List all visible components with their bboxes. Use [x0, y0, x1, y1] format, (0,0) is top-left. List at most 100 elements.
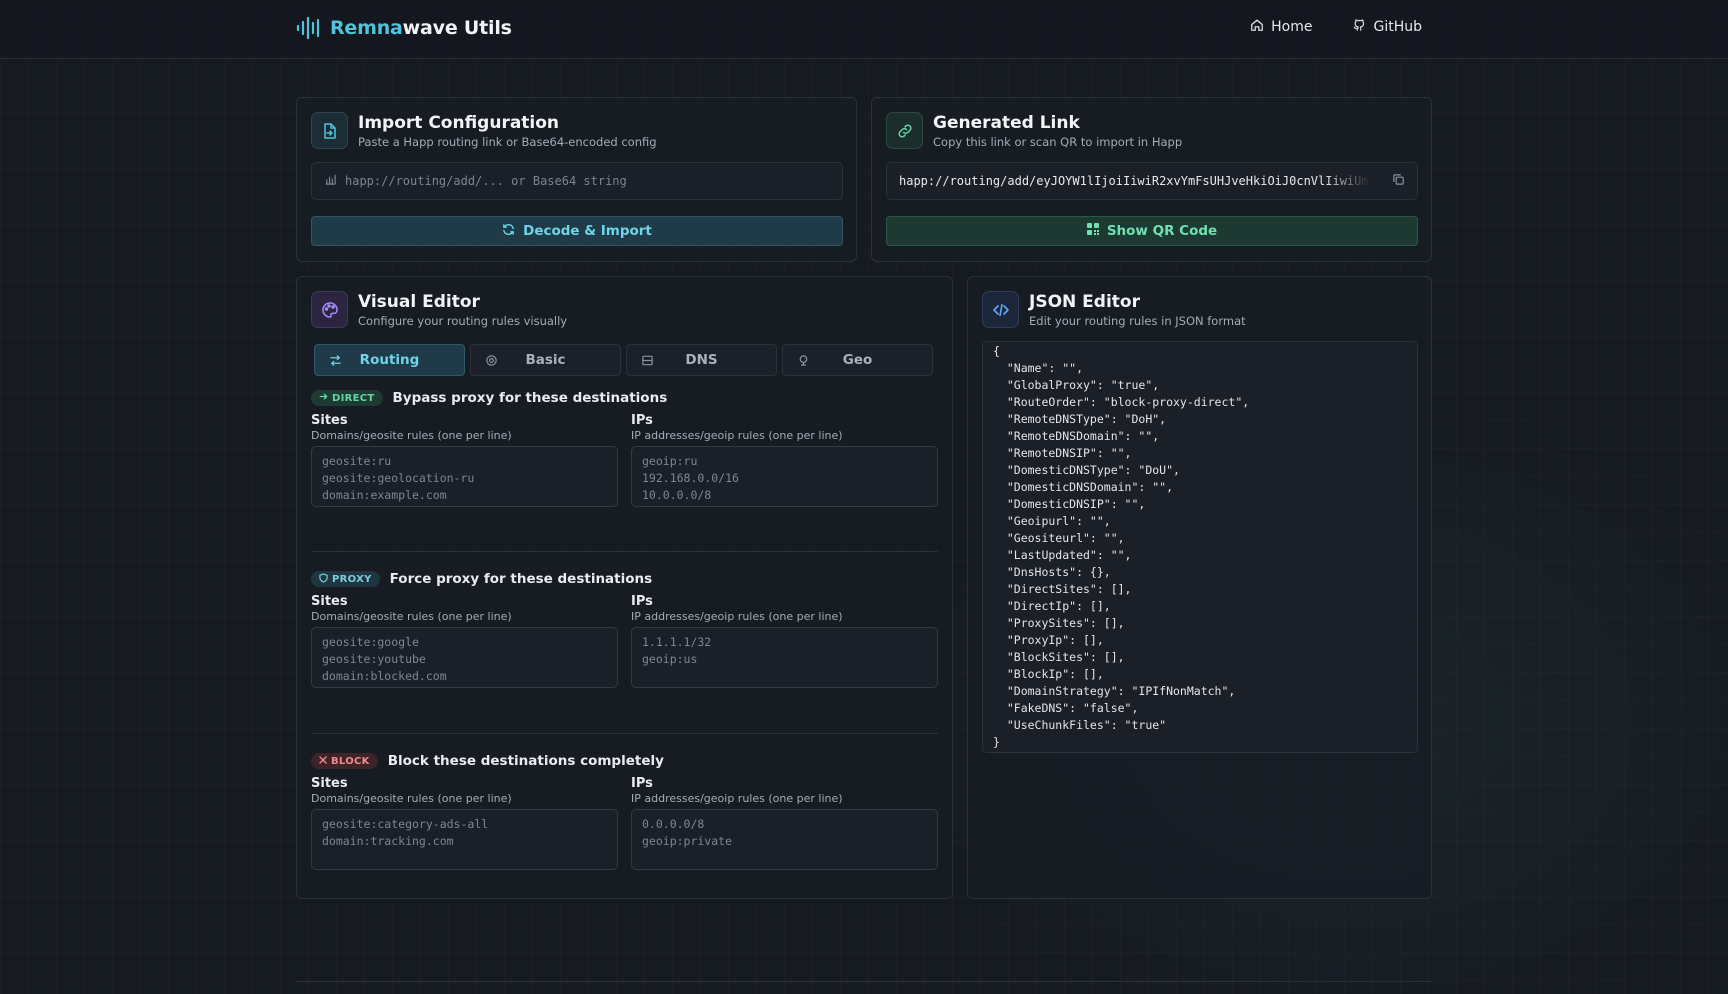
proxy-sites-help: Domains/geosite rules (one per line) [311, 610, 512, 623]
block-badge: BLOCK [311, 753, 378, 769]
code-icon [982, 291, 1019, 328]
block-ips-textarea[interactable]: 0.0.0.0/8 geoip:private [631, 809, 938, 870]
nav-github-link[interactable]: GitHub [1352, 18, 1422, 36]
show-qr-label: Show QR Code [1106, 223, 1218, 239]
palette-icon [311, 291, 348, 328]
import-config-card: Import Configuration Paste a Happ routin… [296, 97, 857, 262]
section-divider [311, 551, 938, 552]
tab-dns-label: DNS [685, 352, 718, 368]
brand-name: Remnawave Utils [330, 17, 512, 39]
link-card-subtitle: Copy this link or scan QR to import in H… [933, 135, 1183, 149]
direct-ips-column: IPs IP addresses/geoip rules (one per li… [631, 413, 938, 507]
visual-editor-header: Visual Editor Configure your routing rul… [311, 291, 567, 328]
direct-sites-help: Domains/geosite rules (one per line) [311, 429, 512, 442]
brand-name-accent: Remna [330, 17, 403, 39]
shield-icon [319, 572, 328, 586]
import-input-placeholder: happ://routing/add/... or Base64 string [345, 174, 627, 188]
proxy-sites-textarea[interactable]: geosite:google geosite:youtube domain:bl… [311, 627, 618, 688]
block-section-title: Block these destinations completely [387, 753, 664, 769]
brand-name-rest: wave Utils [402, 17, 512, 39]
block-section: BLOCK Block these destinations completel… [311, 753, 938, 870]
generated-link-field[interactable]: happ://routing/add/eyJOYW1lIjoiIiwiR2xvY… [886, 162, 1418, 200]
block-sites-label: Sites [311, 776, 348, 791]
file-import-icon [311, 112, 348, 149]
show-qr-button[interactable]: Show QR Code [886, 216, 1418, 246]
copy-icon[interactable] [1392, 173, 1405, 189]
routing-arrows-icon [329, 354, 342, 371]
block-ips-label: IPs [631, 776, 653, 791]
brand[interactable]: Remnawave Utils [296, 14, 512, 42]
nav-github-label: GitHub [1373, 19, 1422, 35]
direct-badge-label: DIRECT [332, 392, 375, 404]
block-sites-textarea[interactable]: geosite:category-ads-all domain:tracking… [311, 809, 618, 870]
import-card-title: Import Configuration [358, 113, 560, 133]
globe-pin-icon [797, 354, 810, 371]
tab-geo-label: Geo [842, 352, 873, 368]
tab-dns[interactable]: DNS [626, 344, 777, 376]
proxy-sites-column: Sites Domains/geosite rules (one per lin… [311, 594, 618, 688]
qr-code-icon [1086, 223, 1099, 239]
import-link-input[interactable]: happ://routing/add/... or Base64 string [311, 162, 843, 200]
decode-import-label: Decode & Import [523, 223, 652, 239]
block-sites-help: Domains/geosite rules (one per line) [311, 792, 512, 805]
link-card-title: Generated Link [933, 113, 1080, 133]
proxy-ips-textarea[interactable]: 1.1.1.1/32 geoip:us [631, 627, 938, 688]
proxy-ips-help: IP addresses/geoip rules (one per line) [631, 610, 843, 623]
tab-basic-label: Basic [525, 352, 566, 368]
footer-divider [296, 981, 1432, 982]
x-icon [319, 755, 327, 767]
github-icon [1352, 18, 1366, 36]
top-navbar: Remnawave Utils Home GitHub [0, 0, 1728, 59]
tab-basic[interactable]: Basic [470, 344, 621, 376]
decode-import-button[interactable]: Decode & Import [311, 216, 843, 246]
proxy-section-title: Force proxy for these destinations [389, 571, 653, 587]
home-icon [1250, 18, 1264, 36]
block-ips-column: IPs IP addresses/geoip rules (one per li… [631, 776, 938, 870]
waveform-logo-icon [296, 14, 322, 42]
proxy-ips-column: IPs IP addresses/geoip rules (one per li… [631, 594, 938, 688]
import-card-subtitle: Paste a Happ routing link or Base64-enco… [358, 135, 657, 149]
direct-sites-column: Sites Domains/geosite rules (one per lin… [311, 413, 618, 507]
block-ips-help: IP addresses/geoip rules (one per line) [631, 792, 843, 805]
proxy-badge: PROXY [311, 571, 380, 587]
generated-link-value: happ://routing/add/eyJOYW1lIjoiIiwiR2xvY… [899, 174, 1371, 188]
link-input-icon [324, 173, 337, 189]
direct-badge: DIRECT [311, 390, 383, 406]
proxy-section: PROXY Force proxy for these destinations… [311, 571, 938, 688]
gear-icon [485, 354, 498, 371]
tab-geo[interactable]: Geo [782, 344, 933, 376]
direct-sites-label: Sites [311, 413, 348, 428]
link-icon [886, 112, 923, 149]
visual-editor-subtitle: Configure your routing rules visually [358, 314, 568, 328]
proxy-sites-label: Sites [311, 594, 348, 609]
arrow-right-icon [319, 392, 328, 404]
refresh-icon [502, 223, 515, 240]
json-editor-title: JSON Editor [1029, 292, 1140, 312]
direct-section: DIRECT Bypass proxy for these destinatio… [311, 390, 938, 507]
tab-routing[interactable]: Routing [314, 344, 465, 376]
tab-routing-label: Routing [359, 352, 420, 368]
json-editor-subtitle: Edit your routing rules in JSON format [1029, 314, 1246, 328]
block-sites-column: Sites Domains/geosite rules (one per lin… [311, 776, 618, 870]
server-icon [641, 354, 654, 371]
direct-ips-help: IP addresses/geoip rules (one per line) [631, 429, 843, 442]
json-editor-card: JSON Editor Edit your routing rules in J… [967, 276, 1432, 899]
nav-home-link[interactable]: Home [1250, 18, 1312, 36]
section-divider [311, 733, 938, 734]
direct-section-title: Bypass proxy for these destinations [392, 390, 668, 406]
proxy-ips-label: IPs [631, 594, 653, 609]
link-card-header: Generated Link Copy this link or scan QR… [886, 112, 1182, 149]
json-textarea[interactable]: { "Name": "", "GlobalProxy": "true", "Ro… [982, 341, 1418, 753]
block-badge-label: BLOCK [331, 755, 370, 767]
direct-ips-label: IPs [631, 413, 653, 428]
import-card-header: Import Configuration Paste a Happ routin… [311, 112, 657, 149]
visual-editor-title: Visual Editor [358, 292, 480, 312]
proxy-badge-label: PROXY [332, 573, 372, 585]
nav-links: Home GitHub [1250, 18, 1422, 36]
direct-ips-textarea[interactable]: geoip:ru 192.168.0.0/16 10.0.0.0/8 [631, 446, 938, 507]
editor-tabs: Routing Basic DNS Geo [314, 344, 933, 376]
visual-editor-card: Visual Editor Configure your routing rul… [296, 276, 953, 899]
json-editor-header: JSON Editor Edit your routing rules in J… [982, 291, 1246, 328]
generated-link-card: Generated Link Copy this link or scan QR… [871, 97, 1432, 262]
direct-sites-textarea[interactable]: geosite:ru geosite:geolocation-ru domain… [311, 446, 618, 507]
